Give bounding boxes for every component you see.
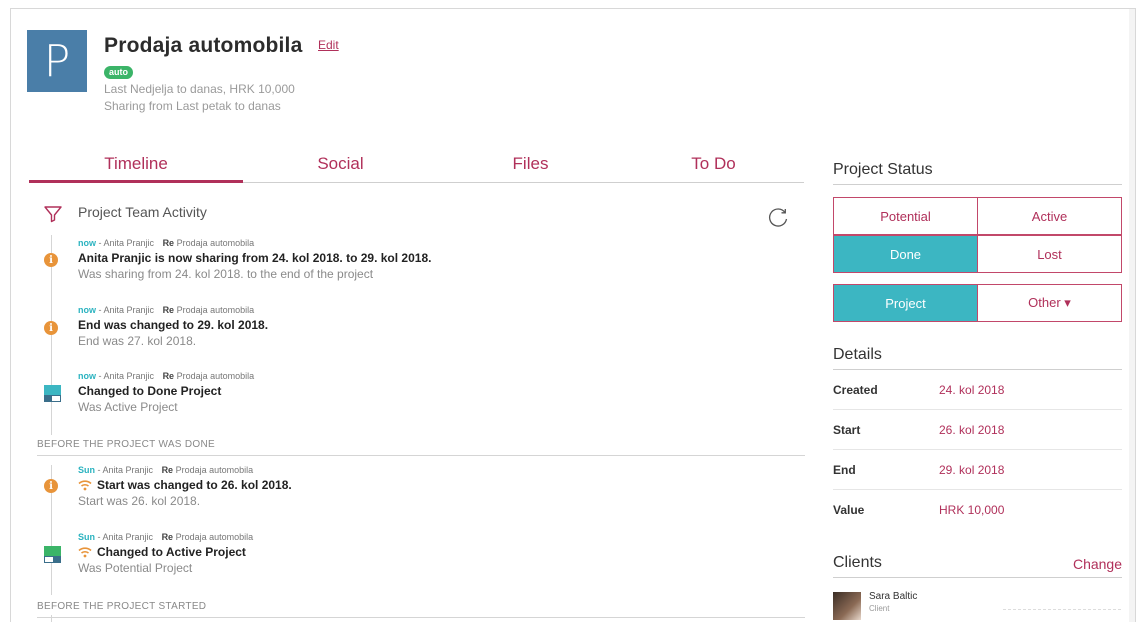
entry-author[interactable]: Anita Pranjic — [103, 532, 154, 542]
client-name[interactable]: Sara Baltic — [869, 591, 917, 602]
entry-when: now — [78, 371, 96, 381]
tab-social[interactable]: Social — [243, 154, 438, 183]
entry-re[interactable]: Prodaja automobila — [177, 305, 255, 315]
detail-row-start: Start 26. kol 2018 — [833, 410, 1122, 450]
entry-re-label: Re — [162, 238, 175, 248]
entry-when: Sun — [78, 465, 95, 475]
entry-when: now — [78, 305, 96, 315]
tab-todo[interactable]: To Do — [623, 154, 804, 183]
entry-re[interactable]: Prodaja automobila — [176, 532, 254, 542]
tab-timeline[interactable]: Timeline — [29, 154, 243, 183]
clients-change-link[interactable]: Change — [1073, 556, 1122, 572]
wifi-icon — [78, 480, 92, 491]
entry-re[interactable]: Prodaja automobila — [177, 371, 255, 381]
type-other-dropdown[interactable]: Other ▾ — [977, 284, 1122, 322]
entry-re-label: Re — [162, 305, 175, 315]
project-title: Prodaja automobila — [104, 34, 303, 57]
entry-headline: Anita Pranjic is now sharing from 24. ko… — [78, 251, 432, 265]
timeline-entry: now - Anita Pranjic Re Prodaja automobil… — [78, 238, 798, 281]
entry-headline: Changed to Done Project — [78, 384, 222, 398]
info-icon: i — [44, 321, 58, 335]
divider — [1003, 609, 1121, 610]
entry-re[interactable]: Prodaja automobila — [176, 465, 254, 475]
info-icon: i — [44, 253, 58, 267]
entry-meta: now - Anita Pranjic Re Prodaja automobil… — [78, 371, 255, 381]
tab-bar: Timeline Social Files To Do — [29, 154, 804, 183]
edit-link[interactable]: Edit — [318, 38, 339, 52]
status-potential-button[interactable]: Potential — [833, 197, 978, 235]
project-status-heading: Project Status — [833, 161, 1122, 185]
entry-headline: End was changed to 29. kol 2018. — [78, 318, 269, 332]
detail-row-value: Value HRK 10,000 — [833, 490, 1122, 530]
entry-author[interactable]: Anita Pranjic — [104, 238, 155, 248]
auto-badge: auto — [104, 66, 133, 79]
entry-author[interactable]: Anita Pranjic — [103, 465, 154, 475]
entry-headline: Changed to Active Project — [97, 545, 246, 559]
details-heading: Details — [833, 346, 1122, 370]
client-role: Client — [869, 604, 890, 613]
detail-label: Created — [833, 383, 878, 397]
entry-author[interactable]: Anita Pranjic — [104, 305, 155, 315]
detail-row-end: End 29. kol 2018 — [833, 450, 1122, 490]
status-done-button[interactable]: Done — [833, 235, 978, 273]
entry-meta: Sun - Anita Pranjic Re Prodaja automobil… — [78, 532, 254, 542]
section-before-started: BEFORE THE PROJECT STARTED — [37, 601, 805, 618]
entry-headline-row: Changed to Active Project — [78, 545, 798, 559]
entry-re-label: Re — [161, 465, 174, 475]
project-summary: Last Nedjelja to danas, HRK 10,000 — [104, 82, 295, 96]
entry-detail: Was Potential Project — [78, 561, 193, 575]
project-avatar: P — [27, 30, 87, 92]
detail-value[interactable]: HRK 10,000 — [939, 503, 1004, 517]
entry-meta: now - Anita Pranjic Re Prodaja automobil… — [78, 305, 255, 315]
project-sharing: Sharing from Last petak to danas — [104, 99, 281, 113]
timeline-entry: now - Anita Pranjic Re Prodaja automobil… — [78, 305, 798, 348]
timeline-entry: Sun - Anita Pranjic Re Prodaja automobil… — [78, 465, 798, 508]
detail-label: Value — [833, 503, 865, 517]
status-done-icon — [44, 385, 61, 402]
status-lost-button[interactable]: Lost — [977, 235, 1122, 273]
entry-when: Sun — [78, 532, 95, 542]
timeline-entry: Sun - Anita Pranjic Re Prodaja automobil… — [78, 532, 798, 575]
tab-files[interactable]: Files — [438, 154, 623, 183]
entry-detail: End was 27. kol 2018. — [78, 334, 197, 348]
entry-meta: now - Anita Pranjic Re Prodaja automobil… — [78, 238, 255, 248]
entry-detail: Was sharing from 24. kol 2018. to the en… — [78, 267, 374, 281]
activity-title: Project Team Activity — [78, 204, 207, 220]
entry-author[interactable]: Anita Pranjic — [104, 371, 155, 381]
entry-detail: Start was 26. kol 2018. — [78, 494, 201, 508]
timeline-entry: now - Anita Pranjic Re Prodaja automobil… — [78, 371, 798, 414]
detail-row-created: Created 24. kol 2018 — [833, 370, 1122, 410]
entry-detail: Was Active Project — [78, 400, 178, 414]
detail-label: End — [833, 463, 856, 477]
project-page: P Prodaja automobila Edit auto Last Nedj… — [10, 8, 1136, 622]
status-active-icon — [44, 546, 61, 563]
client-avatar[interactable] — [833, 592, 861, 620]
detail-value[interactable]: 24. kol 2018 — [939, 383, 1004, 397]
detail-value[interactable]: 26. kol 2018 — [939, 423, 1004, 437]
filter-icon[interactable] — [44, 205, 62, 223]
wifi-icon — [78, 547, 92, 558]
entry-re-label: Re — [161, 532, 174, 542]
detail-value[interactable]: 29. kol 2018 — [939, 463, 1004, 477]
info-icon: i — [44, 479, 58, 493]
scrollbar[interactable] — [1129, 9, 1135, 622]
section-before-done: BEFORE THE PROJECT WAS DONE — [37, 439, 805, 456]
entry-headline: Start was changed to 26. kol 2018. — [97, 478, 292, 492]
entry-re-label: Re — [162, 371, 175, 381]
entry-meta: Sun - Anita Pranjic Re Prodaja automobil… — [78, 465, 254, 475]
entry-re[interactable]: Prodaja automobila — [177, 238, 255, 248]
refresh-icon[interactable] — [766, 206, 790, 230]
entry-headline-row: Start was changed to 26. kol 2018. — [78, 478, 798, 492]
status-active-button[interactable]: Active — [977, 197, 1122, 235]
detail-label: Start — [833, 423, 861, 437]
entry-when: now — [78, 238, 96, 248]
type-project-button[interactable]: Project — [833, 284, 978, 322]
